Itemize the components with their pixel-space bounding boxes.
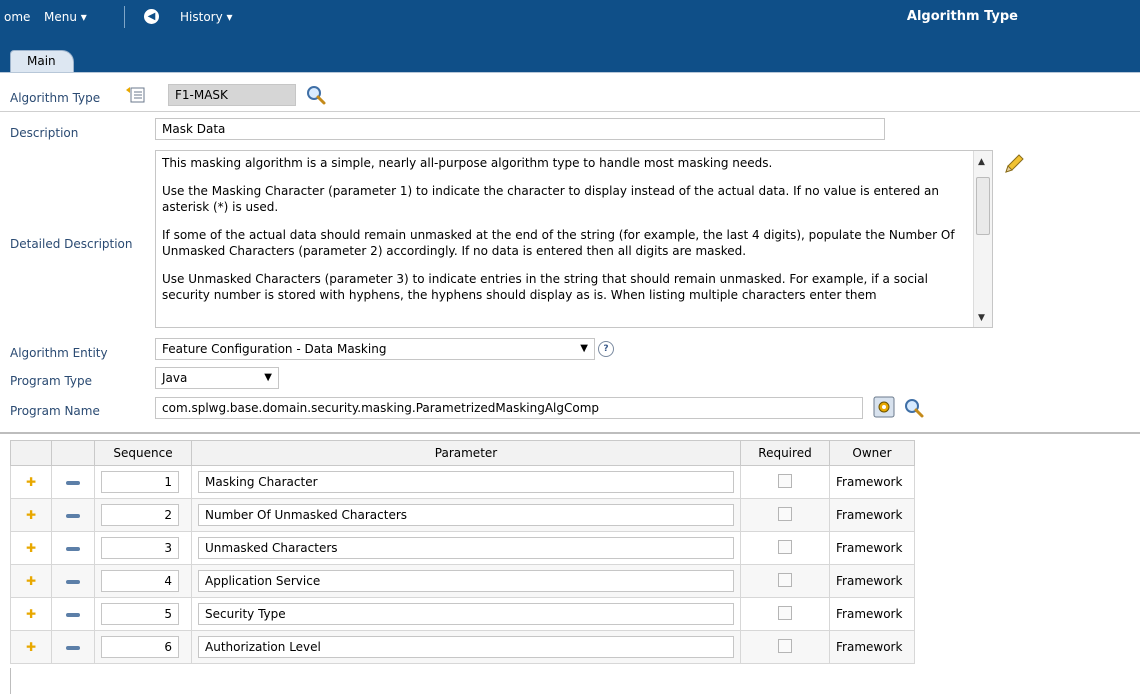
required-checkbox[interactable] [778, 572, 792, 587]
column-header-owner: Owner [829, 440, 915, 466]
tab-main[interactable]: Main [10, 50, 74, 73]
column-header-parameter: Parameter [191, 440, 741, 466]
back-arrow-icon[interactable]: ◀ [144, 9, 159, 24]
tab-strip: Main [0, 36, 1140, 73]
add-row-icon[interactable]: ✚ [10, 531, 52, 565]
program-type-select[interactable]: Java ▼ [155, 367, 279, 389]
table-row: ✚ 6 Authorization Level Framework [10, 630, 915, 664]
sequence-field[interactable]: 1 [101, 471, 179, 493]
detailed-paragraph: Use the Masking Character (parameter 1) … [162, 184, 939, 214]
add-row-icon[interactable]: ✚ [10, 597, 52, 631]
algorithm-entity-value: Feature Configuration - Data Masking [162, 342, 387, 356]
section-divider [0, 111, 1140, 112]
program-name-field[interactable]: com.splwg.base.domain.security.masking.P… [155, 397, 863, 419]
column-header-required: Required [740, 440, 830, 466]
toolbar-divider [124, 6, 125, 28]
grid-header-remove [51, 440, 95, 466]
parameter-field[interactable]: Number Of Unmasked Characters [198, 504, 734, 526]
grid-divider [0, 432, 1140, 434]
required-checkbox[interactable] [778, 539, 792, 554]
search-icon[interactable] [902, 396, 926, 420]
owner-cell: Framework [829, 531, 915, 565]
table-row: ✚ 1 Masking Character Framework [10, 465, 915, 499]
owner-cell: Framework [829, 597, 915, 631]
required-checkbox[interactable] [778, 605, 792, 620]
required-checkbox[interactable] [778, 473, 792, 488]
parameter-field[interactable]: Application Service [198, 570, 734, 592]
table-row: ✚ 3 Unmasked Characters Framework [10, 531, 915, 565]
add-row-icon[interactable]: ✚ [10, 564, 52, 598]
detailed-description-text: This masking algorithm is a simple, near… [162, 155, 962, 315]
detailed-description-label: Detailed Description [10, 237, 133, 251]
sequence-field[interactable]: 6 [101, 636, 179, 658]
remove-row-icon[interactable] [51, 498, 95, 532]
history-dropdown[interactable]: History ▾ [180, 10, 233, 24]
tab-divider [0, 72, 1140, 73]
detailed-paragraph: Use Unmasked Characters (parameter 3) to… [162, 272, 928, 302]
remove-row-icon[interactable] [51, 465, 95, 499]
sequence-field[interactable]: 4 [101, 570, 179, 592]
sequence-field[interactable]: 3 [101, 537, 179, 559]
scroll-down-icon[interactable]: ▼ [978, 313, 985, 323]
scroll-thumb[interactable] [976, 177, 990, 235]
add-row-icon[interactable]: ✚ [10, 630, 52, 664]
table-row: ✚ 5 Security Type Framework [10, 597, 915, 631]
description-label: Description [10, 126, 79, 140]
remove-row-icon[interactable] [51, 630, 95, 664]
edit-pencil-icon[interactable] [1002, 152, 1026, 176]
home-menu[interactable]: ome [4, 10, 30, 24]
parameter-field[interactable]: Unmasked Characters [198, 537, 734, 559]
page-title: Algorithm Type [906, 9, 1018, 24]
parameter-field[interactable]: Masking Character [198, 471, 734, 493]
required-checkbox[interactable] [778, 506, 792, 521]
top-toolbar: ome Menu ▾ ◀ History ▾ Algorithm Type [0, 0, 1140, 36]
algorithm-type-label: Algorithm Type [10, 91, 101, 105]
remove-row-icon[interactable] [51, 531, 95, 565]
required-checkbox[interactable] [778, 638, 792, 653]
owner-cell: Framework [829, 498, 915, 532]
parameters-grid: Sequence Parameter Required Owner ✚ 1 Ma… [10, 440, 915, 664]
detailed-paragraph: If some of the actual data should remain… [162, 228, 955, 258]
owner-cell: Framework [829, 630, 915, 664]
menu-dropdown[interactable]: Menu ▾ [44, 10, 87, 24]
dropdown-arrow-icon: ▼ [580, 343, 588, 354]
algorithm-type-field[interactable]: F1-MASK [168, 84, 296, 106]
program-type-value: Java [162, 371, 188, 385]
table-row: ✚ 4 Application Service Framework [10, 564, 915, 598]
parameter-field[interactable]: Authorization Level [198, 636, 734, 658]
search-icon[interactable] [304, 83, 328, 107]
owner-cell: Framework [829, 564, 915, 598]
program-lookup-icon[interactable] [873, 396, 895, 418]
parameter-field[interactable]: Security Type [198, 603, 734, 625]
detailed-paragraph: This masking algorithm is a simple, near… [162, 156, 773, 170]
remove-row-icon[interactable] [51, 564, 95, 598]
sequence-field[interactable]: 2 [101, 504, 179, 526]
dropdown-arrow-icon: ▼ [264, 372, 272, 383]
remove-row-icon[interactable] [51, 597, 95, 631]
detailed-description-textarea[interactable]: This masking algorithm is a simple, near… [155, 150, 993, 328]
column-header-sequence: Sequence [94, 440, 192, 466]
description-field[interactable]: Mask Data [155, 118, 885, 140]
sequence-field[interactable]: 5 [101, 603, 179, 625]
help-icon[interactable]: ? [598, 341, 614, 357]
list-lookup-icon[interactable] [124, 84, 148, 106]
add-row-icon[interactable]: ✚ [10, 465, 52, 499]
grid-header-row: Sequence Parameter Required Owner [10, 440, 915, 466]
add-row-icon[interactable]: ✚ [10, 498, 52, 532]
program-name-label: Program Name [10, 404, 100, 418]
owner-cell: Framework [829, 465, 915, 499]
table-row: ✚ 2 Number Of Unmasked Characters Framew… [10, 498, 915, 532]
tab-main-label: Main [27, 54, 56, 68]
scroll-up-icon[interactable]: ▲ [978, 157, 985, 167]
grid-left-border [10, 668, 11, 694]
grid-header-add [10, 440, 52, 466]
textarea-scrollbar[interactable]: ▲ ▼ [973, 151, 992, 327]
algorithm-entity-select[interactable]: Feature Configuration - Data Masking ▼ [155, 338, 595, 360]
program-type-label: Program Type [10, 374, 93, 388]
algorithm-entity-label: Algorithm Entity [10, 346, 108, 360]
